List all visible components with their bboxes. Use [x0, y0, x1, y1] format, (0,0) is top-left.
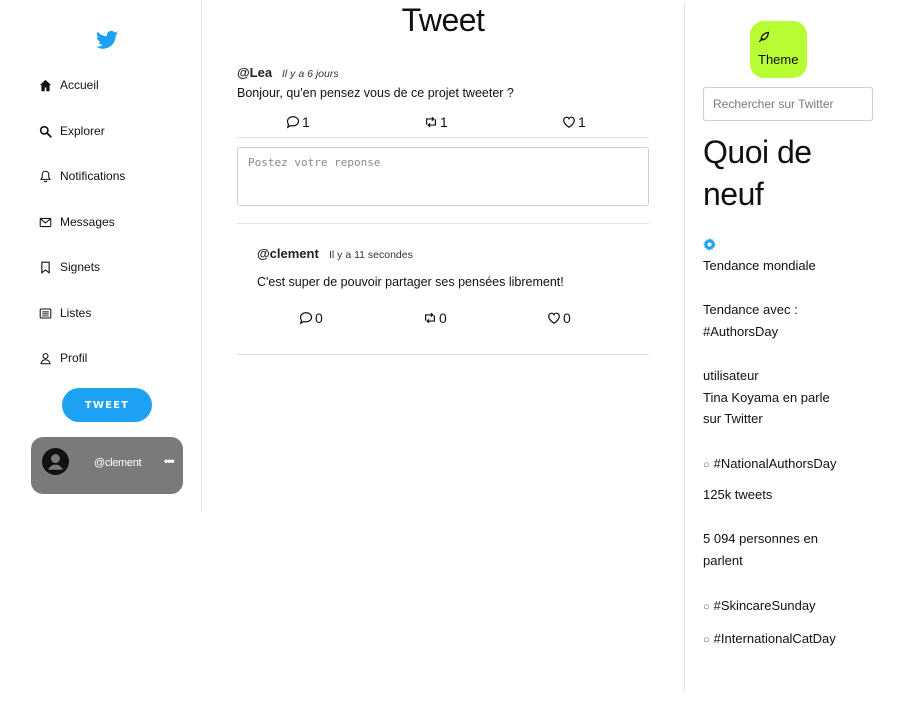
- trend-item[interactable]: ○ #SkincareSunday: [703, 595, 816, 619]
- twitter-logo-icon[interactable]: [96, 30, 118, 50]
- gear-icon[interactable]: [703, 238, 716, 251]
- bullet-icon: ○: [703, 601, 710, 613]
- trend-item[interactable]: ○ #InternationalCatDay: [703, 628, 836, 652]
- trend-user-label: utilisateur: [703, 368, 759, 383]
- retweet-icon: [426, 116, 436, 128]
- comment-button[interactable]: 1: [286, 114, 310, 130]
- avatar-icon: [42, 448, 69, 475]
- nav-item-notifications[interactable]: Notifications: [39, 169, 125, 183]
- nav-label: Messages: [60, 215, 115, 229]
- trend-people-line2: parlent: [703, 552, 743, 568]
- nav-label: Profil: [60, 351, 88, 365]
- trend-with[interactable]: Tendance avec : #AuthorsDay: [703, 299, 798, 342]
- heart-icon: [548, 312, 560, 324]
- retweet-count: 1: [440, 114, 448, 130]
- home-icon: [39, 79, 52, 91]
- nav-label: Notifications: [60, 169, 126, 183]
- trends-title: Quoi de neuf: [703, 134, 812, 212]
- bell-icon: [40, 170, 51, 182]
- envelope-icon: [39, 217, 52, 227]
- like-count: 0: [563, 310, 571, 326]
- reply-text: C'est super de pouvoir partager ses pens…: [257, 275, 564, 289]
- list-icon: [39, 308, 52, 318]
- nav-label: Signets: [60, 260, 101, 274]
- divider: [237, 137, 649, 138]
- reply-input[interactable]: [237, 147, 649, 206]
- trend-count: 125k tweets: [703, 487, 773, 502]
- heart-icon: [563, 116, 575, 128]
- trend-tag: #SkincareSunday: [713, 598, 816, 613]
- more-icon[interactable]: •••: [164, 454, 175, 468]
- comment-icon: [299, 312, 313, 325]
- nav-label: Listes: [60, 306, 92, 320]
- divider: [237, 223, 649, 224]
- sidebar: Accueil Explorer Notifications Messages …: [0, 0, 202, 512]
- world-trend-label: Tendance mondiale: [703, 258, 816, 273]
- leaf-icon: [758, 31, 770, 43]
- trend-people-line1: 5 094 personnes en: [703, 531, 818, 546]
- comment-icon: [286, 116, 300, 129]
- trend-with-label: Tendance avec :: [703, 302, 798, 317]
- comment-button[interactable]: 0: [299, 310, 323, 326]
- right-column-border: [684, 2, 685, 692]
- retweet-count: 0: [439, 310, 447, 326]
- like-button[interactable]: 1: [562, 114, 586, 130]
- nav-item-profil[interactable]: Profil: [39, 351, 87, 365]
- bookmark-icon: [41, 261, 50, 274]
- comment-count: 0: [315, 310, 323, 326]
- user-icon: [40, 352, 51, 364]
- nav-item-listes[interactable]: Listes: [39, 306, 91, 320]
- trend-tag: #NationalAuthorsDay: [713, 456, 837, 471]
- tweet-button[interactable]: TWEET: [62, 388, 152, 422]
- nav-label: Explorer: [60, 124, 105, 138]
- trend-item[interactable]: ○ #NationalAuthorsDay: [703, 453, 837, 477]
- trend-with-tag: #AuthorsDay: [703, 323, 779, 339]
- divider: [237, 354, 649, 355]
- nav-item-messages[interactable]: Messages: [39, 215, 115, 229]
- trend-user-line1: Tina Koyama en parle: [703, 389, 830, 405]
- nav-label: Accueil: [60, 78, 99, 92]
- tweet-time: Il y a 6 jours: [282, 68, 339, 80]
- user-card[interactable]: @clement •••: [31, 437, 183, 494]
- retweet-icon: [425, 312, 435, 324]
- page-title: Tweet: [401, 2, 485, 38]
- like-button[interactable]: 0: [547, 310, 571, 326]
- user-handle: @clement: [94, 457, 142, 469]
- reply-author[interactable]: @clement: [257, 246, 319, 261]
- tweet-author[interactable]: @Lea: [237, 65, 272, 80]
- bullet-icon: ○: [703, 634, 710, 646]
- theme-label: Theme: [758, 52, 799, 67]
- trend-user[interactable]: utilisateur Tina Koyama en parle sur Twi…: [703, 365, 830, 430]
- retweet-button[interactable]: 0: [423, 310, 447, 326]
- tweet-text: Bonjour, qu'en pensez vous de ce projet …: [237, 86, 514, 100]
- trend-tag: #InternationalCatDay: [713, 631, 836, 646]
- search-input[interactable]: [703, 87, 873, 121]
- theme-button[interactable]: Theme: [750, 21, 807, 78]
- trend-people: 5 094 personnes en parlent: [703, 528, 818, 571]
- comment-count: 1: [302, 114, 310, 130]
- bullet-icon: ○: [703, 459, 710, 471]
- trend-user-line2: sur Twitter: [703, 411, 763, 426]
- nav-item-signets[interactable]: Signets: [39, 260, 100, 274]
- nav-item-accueil[interactable]: Accueil: [39, 78, 99, 92]
- reply-time: Il y a 11 secondes: [329, 249, 413, 261]
- search-icon: [39, 125, 52, 138]
- retweet-button[interactable]: 1: [424, 114, 448, 130]
- nav-item-explorer[interactable]: Explorer: [39, 124, 105, 138]
- like-count: 1: [578, 114, 586, 130]
